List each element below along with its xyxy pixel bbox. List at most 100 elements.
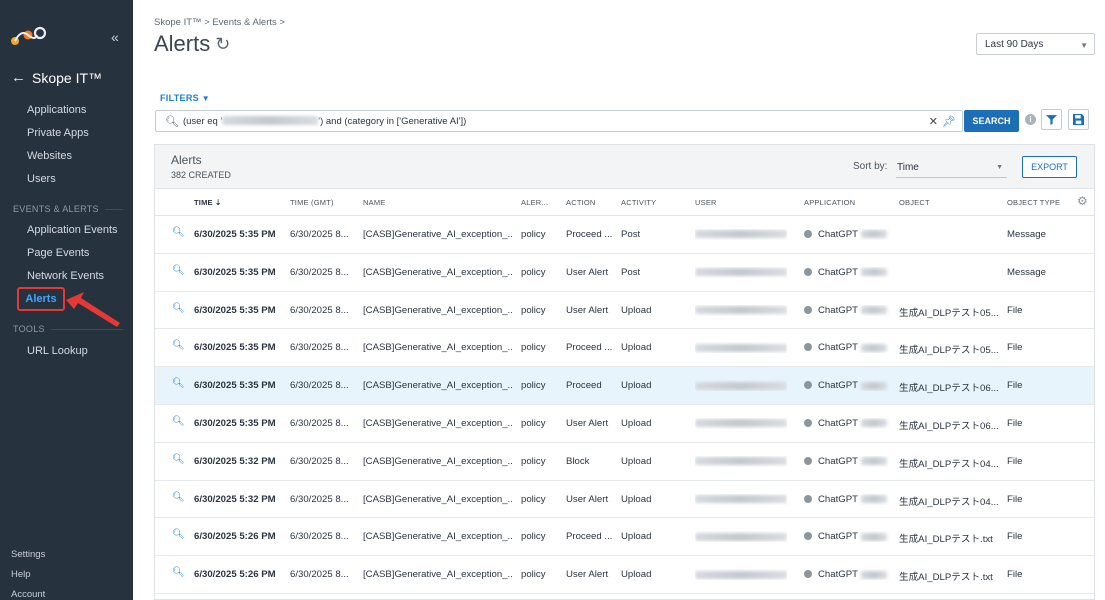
- zoom-in-icon[interactable]: 🔍︎: [172, 227, 185, 238]
- column-time-label: TIME: [194, 198, 213, 207]
- column-time[interactable]: TIME ⇣: [194, 198, 222, 207]
- cell-action: Block: [566, 455, 590, 467]
- table-row[interactable]: 🔍︎ 6/30/2025 5:32 PM 6/30/2025 8... [CASB]G…: [155, 443, 1094, 481]
- cell-alert-type: policy: [521, 569, 546, 581]
- export-button[interactable]: EXPORT: [1022, 156, 1077, 178]
- cell-time-gmt: 6/30/2025 8...: [290, 569, 349, 581]
- redacted-user: [695, 570, 787, 579]
- zoom-in-icon[interactable]: 🔍︎: [172, 340, 185, 351]
- cell-user: [695, 569, 787, 580]
- table-row[interactable]: 🔍︎ 6/30/2025 5:35 PM 6/30/2025 8... [CASB]G…: [155, 216, 1094, 254]
- funnel-button[interactable]: [1041, 109, 1062, 130]
- sidebar-account[interactable]: Account: [11, 589, 45, 600]
- sidebar-item-private-apps[interactable]: Private Apps: [27, 127, 89, 139]
- zoom-in-icon[interactable]: 🔍︎: [172, 265, 185, 276]
- refresh-icon[interactable]: ↻: [215, 34, 230, 55]
- cell-time: 6/30/2025 5:26 PM: [194, 531, 276, 543]
- sort-select[interactable]: Time ▼: [896, 158, 1007, 178]
- info-icon[interactable]: i: [1025, 114, 1036, 125]
- save-button[interactable]: [1068, 109, 1089, 130]
- cell-user: [695, 531, 787, 542]
- zoom-in-icon[interactable]: 🔍︎: [172, 529, 185, 540]
- table-row[interactable]: 🔍︎ 6/30/2025 5:35 PM 6/30/2025 8... [CASB]G…: [155, 405, 1094, 443]
- cell-user: [695, 267, 787, 278]
- redacted-instance: [860, 306, 887, 315]
- sidebar-item-application-events[interactable]: Application Events: [27, 224, 118, 236]
- zoom-in-icon[interactable]: 🔍︎: [172, 492, 185, 503]
- sidebar-item-users[interactable]: Users: [27, 173, 56, 185]
- column-alert-type[interactable]: ALER...: [521, 198, 548, 207]
- cell-app-name: ChatGPT: [818, 455, 858, 467]
- sidebar-help[interactable]: Help: [11, 569, 31, 580]
- cell-user: [695, 305, 787, 316]
- cell-name: [CASB]Generative_AI_exception_...: [363, 531, 513, 543]
- cell-activity: Upload: [621, 455, 652, 467]
- chevron-down-icon: ▼: [1080, 41, 1088, 50]
- logo-icon[interactable]: [10, 26, 46, 48]
- table-row[interactable]: 🔍︎ 6/30/2025 5:35 PM 6/30/2025 8... [CASB]G…: [155, 329, 1094, 368]
- column-application[interactable]: APPLICATION: [804, 198, 855, 207]
- redacted-instance: [860, 532, 887, 541]
- breadcrumb[interactable]: Skope IT™ > Events & Alerts >: [154, 17, 285, 28]
- back-arrow-icon[interactable]: ←: [11, 69, 26, 86]
- cell-time-gmt: 6/30/2025 8...: [290, 342, 349, 354]
- pin-icon[interactable]: 📌︎: [942, 115, 956, 128]
- chatgpt-icon: [804, 267, 812, 276]
- time-range-select[interactable]: Last 90 Days ▼: [976, 33, 1095, 55]
- sidebar-item-network-events[interactable]: Network Events: [27, 270, 104, 282]
- back-nav[interactable]: ← Skope IT™: [11, 69, 102, 86]
- cell-object-type: File: [1007, 417, 1023, 429]
- table-row[interactable]: 🔍︎ 6/30/2025 5:32 PM 6/30/2025 8... [CASB]G…: [155, 481, 1094, 519]
- table-row[interactable]: 🔍︎ 6/30/2025 5:26 PM 6/30/2025 8... [CASB]G…: [155, 556, 1094, 594]
- column-name[interactable]: NAME: [363, 198, 385, 207]
- zoom-in-icon[interactable]: 🔍︎: [172, 416, 185, 427]
- sidebar-item-url-lookup[interactable]: URL Lookup: [27, 345, 88, 357]
- table-row[interactable]: 🔍︎ 6/30/2025 5:35 PM 6/30/2025 8... [CASB]G…: [155, 254, 1094, 292]
- cell-time: 6/30/2025 5:35 PM: [194, 266, 276, 278]
- cell-activity: Upload: [621, 417, 652, 429]
- redacted-user: [695, 457, 787, 466]
- chatgpt-icon: [804, 494, 812, 503]
- search-button[interactable]: SEARCH: [964, 110, 1019, 132]
- cell-object-type: Message: [1007, 229, 1046, 240]
- cell-time-gmt: 6/30/2025 8...: [290, 380, 349, 392]
- table-row[interactable]: 🔍︎ 6/30/2025 5:35 PM 6/30/2025 8... [CASB]G…: [155, 367, 1094, 405]
- column-object[interactable]: OBJECT: [899, 198, 930, 207]
- table-header: TIME ⇣ TIME (GMT) NAME ALER... ACTION AC…: [155, 189, 1094, 216]
- cell-action: Proceed ...: [566, 342, 613, 354]
- sidebar-item-page-events[interactable]: Page Events: [27, 247, 89, 259]
- sort-label: Sort by:: [853, 161, 888, 172]
- zoom-in-icon[interactable]: 🔍︎: [172, 454, 185, 465]
- time-range-value: Last 90 Days: [985, 38, 1044, 50]
- redacted-instance: [860, 343, 887, 352]
- sidebar-item-websites[interactable]: Websites: [27, 150, 72, 162]
- zoom-in-icon[interactable]: 🔍︎: [172, 303, 185, 314]
- column-object-type[interactable]: OBJECT TYPE: [1007, 198, 1060, 207]
- cell-time-gmt: 6/30/2025 8...: [290, 455, 349, 467]
- cell-object: 生成AI_DLPテスト06....: [899, 420, 999, 432]
- zoom-in-icon[interactable]: 🔍︎: [172, 378, 185, 389]
- cell-user: [695, 229, 787, 240]
- column-time-gmt[interactable]: TIME (GMT): [290, 198, 334, 207]
- zoom-in-icon[interactable]: 🔍︎: [172, 567, 185, 578]
- cell-app-name: ChatGPT: [818, 417, 858, 429]
- chatgpt-icon: [804, 418, 812, 427]
- column-user[interactable]: USER: [695, 198, 717, 207]
- settings-gear-icon[interactable]: ⚙: [1077, 194, 1088, 208]
- sidebar-item-applications[interactable]: Applications: [27, 104, 86, 116]
- clear-icon[interactable]: ✕: [929, 115, 938, 128]
- sidebar-item-alerts[interactable]: Alerts: [17, 287, 65, 311]
- table-row[interactable]: 🔍︎ 6/30/2025 5:35 PM 6/30/2025 8... [CASB]G…: [155, 292, 1094, 330]
- redacted-instance: [860, 230, 887, 239]
- sidebar-settings[interactable]: Settings: [11, 549, 45, 560]
- filter-query-input[interactable]: 🔍︎ (user eq ' ') and (category in ['Gener…: [155, 110, 963, 132]
- filter-caret-icon: ▼: [201, 94, 210, 103]
- column-activity[interactable]: ACTIVITY: [621, 198, 656, 207]
- cell-app-name: ChatGPT: [818, 304, 858, 316]
- column-action[interactable]: ACTION: [566, 198, 596, 207]
- table-row[interactable]: 🔍︎ 6/30/2025 5:26 PM 6/30/2025 8... [CASB]G…: [155, 518, 1094, 557]
- cell-name: [CASB]Generative_AI_exception_...: [363, 229, 513, 240]
- cell-alert-type: policy: [521, 455, 546, 467]
- filters-toggle[interactable]: FILTERS ▼: [160, 93, 210, 103]
- collapse-icon[interactable]: «: [111, 29, 119, 45]
